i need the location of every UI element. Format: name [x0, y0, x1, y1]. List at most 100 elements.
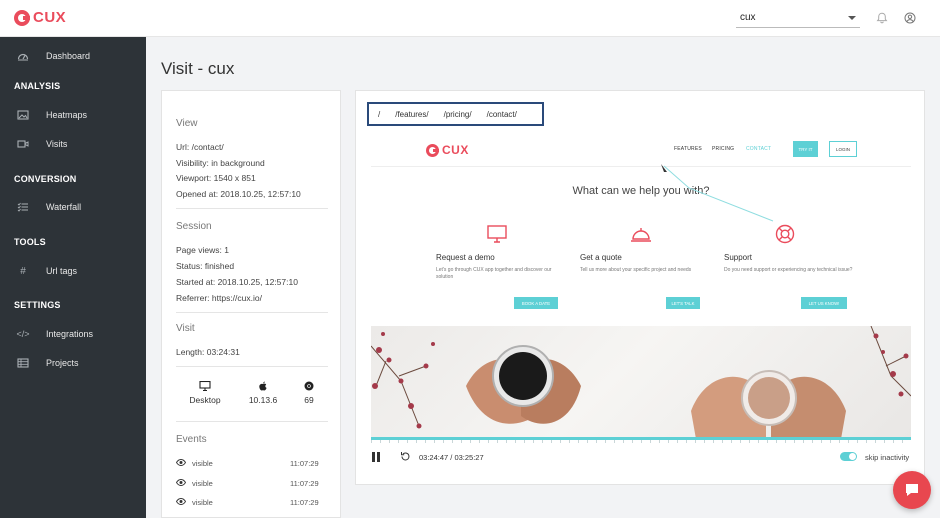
- session-started-at: Started at: 2018.10.25, 12:57:10: [176, 277, 298, 287]
- code-icon: </>: [16, 329, 30, 339]
- playback-time: 03:24:47 / 03:25:27: [419, 453, 484, 462]
- eye-icon: [176, 459, 186, 466]
- chrome-icon: [304, 381, 314, 391]
- replay-viewport[interactable]: CUX FEATURES PRICING CONTACT TRY IT LOGI…: [371, 129, 911, 439]
- feature-description: Tell us more about your specific project…: [580, 267, 692, 273]
- feature-button: BOOK A DATE: [514, 297, 558, 309]
- list-check-icon: [17, 202, 28, 212]
- bell-icon[interactable]: [876, 12, 888, 24]
- visit-length: Length: 03:24:31: [176, 347, 240, 357]
- session-referrer: Referrer: https://cux.io/: [176, 293, 262, 303]
- sidebar-item-label: Waterfall: [46, 202, 82, 212]
- sidebar: Dashboard ANALYSIS Heatmaps Visits CONVE…: [0, 37, 146, 518]
- sidebar-section-analysis: ANALYSIS: [14, 81, 61, 91]
- feature-description: Do you need support or experiencing any …: [724, 267, 853, 273]
- event-time: 11:07:29: [290, 459, 319, 468]
- feature-button: LET US KNOW!: [801, 297, 847, 309]
- feature-description: Let's go through CUX app together and di…: [436, 267, 552, 280]
- sidebar-item-visits[interactable]: Visits: [0, 133, 146, 155]
- project-select[interactable]: cux: [736, 9, 860, 28]
- site-nav: CUX FEATURES PRICING CONTACT TRY IT LOGI…: [371, 129, 911, 167]
- sidebar-section-conversion: CONVERSION: [14, 174, 77, 184]
- chat-button[interactable]: [893, 471, 931, 509]
- site-logo: CUX: [426, 143, 469, 157]
- sidebar-item-heatmaps[interactable]: Heatmaps: [0, 104, 146, 126]
- sidebar-item-projects[interactable]: Projects: [0, 352, 146, 374]
- cux-logo-icon: [426, 143, 439, 157]
- sidebar-item-label: Visits: [46, 139, 68, 149]
- skip-inactivity-toggle[interactable]: [840, 452, 857, 461]
- divider: [176, 421, 328, 422]
- site-nav-features: FEATURES: [674, 146, 702, 152]
- sidebar-item-integrations[interactable]: </> Integrations: [0, 323, 146, 345]
- url-tab-features[interactable]: /features/: [395, 110, 428, 119]
- app-logo[interactable]: CUX: [14, 9, 66, 26]
- url-tab-contact[interactable]: /contact/: [487, 110, 517, 119]
- site-try-it-button: TRY IT: [793, 141, 818, 157]
- feature-button: LET'S TALK: [666, 297, 700, 309]
- site-nav-pricing: PRICING: [712, 146, 735, 152]
- operating-system: 10.13.6: [238, 381, 288, 405]
- view-visibility: Visibility: in background: [176, 158, 265, 168]
- hashtag-icon: #: [20, 265, 26, 277]
- device-type-label: Desktop: [189, 395, 221, 405]
- site-logo-text: CUX: [442, 143, 469, 157]
- sidebar-item-label: Dashboard: [46, 51, 91, 61]
- sidebar-item-dashboard[interactable]: Dashboard: [0, 45, 146, 67]
- site-nav-contact: CONTACT: [746, 146, 772, 152]
- event-row[interactable]: visible 11:07:29: [176, 497, 331, 509]
- chevron-down-icon: [848, 16, 856, 20]
- sidebar-section-settings: SETTINGS: [14, 300, 61, 310]
- sidebar-item-waterfall[interactable]: Waterfall: [0, 196, 146, 218]
- view-opened-at: Opened at: 2018.10.25, 12:57:10: [176, 189, 301, 199]
- table-icon: [17, 358, 29, 368]
- user-account-icon[interactable]: [904, 12, 916, 24]
- apple-icon: [259, 381, 267, 391]
- visit-heading: Visit: [176, 323, 195, 334]
- event-row[interactable]: visible 11:07:29: [176, 458, 331, 470]
- visited-urls-bar: / /features/ /pricing/ /contact/: [367, 102, 544, 126]
- divider: [176, 208, 328, 209]
- cux-logo-icon: [14, 9, 30, 26]
- session-page-views: Page views: 1: [176, 245, 229, 255]
- view-url: Url: /contact/: [176, 142, 224, 152]
- desktop-icon: [199, 381, 211, 391]
- feature-title: Get a quote: [580, 253, 622, 262]
- chat-bubble-icon: [906, 484, 918, 496]
- sidebar-item-label: Url tags: [46, 266, 78, 276]
- url-tab-home[interactable]: /: [378, 110, 380, 119]
- divider: [176, 312, 328, 313]
- top-bar: CUX cux: [0, 0, 940, 37]
- project-select-value: cux: [740, 12, 756, 23]
- event-time: 11:07:29: [290, 479, 319, 488]
- event-type: visible: [192, 479, 213, 488]
- pause-icon[interactable]: [372, 452, 380, 462]
- hero-image: [371, 326, 911, 439]
- video-camera-icon: [17, 140, 29, 148]
- browser: 69: [284, 381, 334, 405]
- event-row[interactable]: visible 11:07:29: [176, 478, 331, 490]
- monitor-icon: [487, 225, 507, 243]
- url-tab-pricing[interactable]: /pricing/: [444, 110, 472, 119]
- image-icon: [17, 110, 29, 120]
- service-bell-icon: [631, 228, 651, 242]
- sidebar-item-url-tags[interactable]: # Url tags: [0, 260, 146, 282]
- page-title: Visit - cux: [161, 59, 235, 78]
- session-heading: Session: [176, 221, 212, 232]
- event-time: 11:07:29: [290, 498, 319, 507]
- eye-icon: [176, 479, 186, 486]
- browser-version-label: 69: [304, 395, 314, 405]
- gauge-icon: [17, 53, 29, 61]
- events-heading: Events: [176, 434, 207, 445]
- sidebar-section-tools: TOOLS: [14, 237, 46, 247]
- coffee-hands-illustration: [371, 326, 911, 439]
- view-heading: View: [176, 118, 198, 129]
- rewind-icon[interactable]: [400, 451, 411, 462]
- visit-details-panel: View Url: /contact/ Visibility: in backg…: [161, 90, 341, 518]
- activity-markers: [371, 440, 911, 443]
- sidebar-item-label: Integrations: [46, 329, 94, 339]
- site-headline: What can we help you with?: [572, 185, 710, 197]
- os-version-label: 10.13.6: [248, 395, 278, 405]
- app-logo-text: CUX: [33, 9, 67, 26]
- device-type: Desktop: [180, 381, 230, 405]
